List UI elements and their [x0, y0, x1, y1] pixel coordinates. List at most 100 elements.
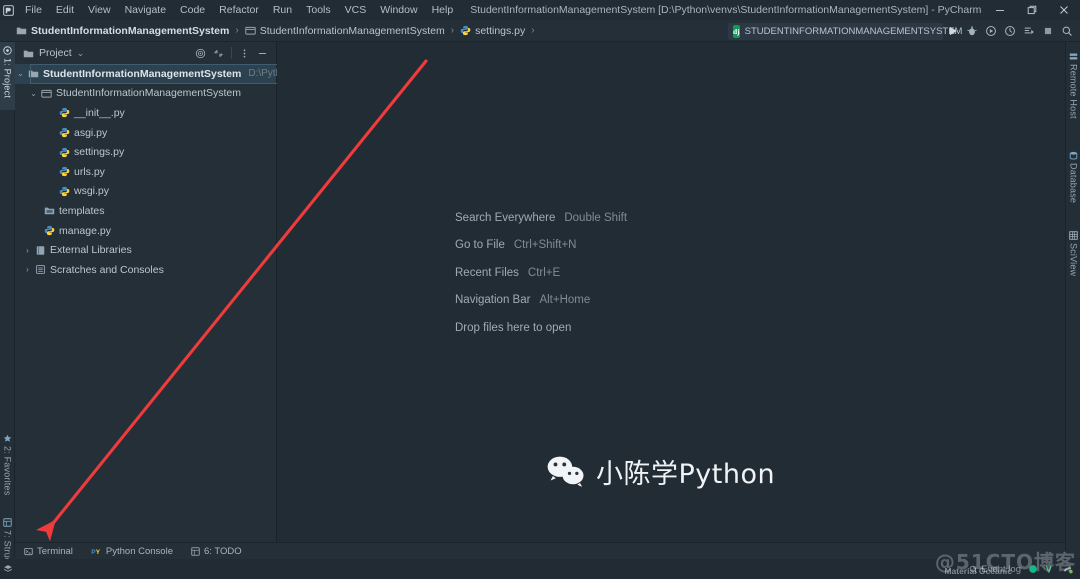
run-configuration-selector[interactable]: dj STUDENTINFORMATIONMANAGEMENTSYSTEM ▾ [728, 22, 973, 40]
sidebar-item-label: 1: Project [2, 58, 13, 99]
menu-item-tools[interactable]: Tools [299, 0, 338, 20]
svg-text:Y: Y [96, 549, 101, 556]
python-file-icon [460, 25, 471, 36]
tree-row-manage-py[interactable]: manage.py [15, 221, 276, 241]
event-log-item[interactable]: Event log [969, 564, 1021, 575]
run-with-coverage-button[interactable] [981, 20, 1000, 42]
chevron-right-icon[interactable]: › [22, 265, 33, 274]
python-file-icon [57, 166, 72, 177]
project-panel-folder-icon [23, 48, 34, 59]
hint-action-label: Navigation Bar [455, 294, 531, 307]
menu-item-code[interactable]: Code [173, 0, 212, 20]
collapse-all-button[interactable] [210, 44, 227, 62]
menu-item-help[interactable]: Help [425, 0, 461, 20]
menu-label: Help [431, 4, 454, 16]
sidebar-item-sciview[interactable]: SciView [1066, 227, 1080, 293]
chevron-right-icon[interactable]: › [22, 246, 33, 255]
window-controls [984, 0, 1080, 20]
hide-panel-button[interactable] [254, 44, 271, 62]
tree-row-external-libraries[interactable]: › External Libraries [15, 240, 276, 260]
structure-icon [3, 518, 12, 527]
tool-window-python-console[interactable]: P Y Python Console [82, 543, 182, 560]
menu-item-vcs[interactable]: VCS [338, 0, 374, 20]
maximize-restore-button[interactable] [1016, 0, 1048, 20]
editor-hints-list: Search Everywhere Double Shift Go to Fil… [455, 204, 627, 342]
module-icon [39, 88, 54, 99]
toolbar-divider [231, 47, 232, 59]
module-icon [245, 25, 256, 36]
sidebar-item-database[interactable]: Database [1066, 147, 1080, 215]
python-file-icon [57, 147, 72, 158]
tree-row-urls-py[interactable]: urls.py [15, 162, 276, 182]
tool-window-label: Terminal [37, 545, 73, 557]
menu-label: Refactor [219, 4, 259, 16]
menu-label: View [88, 4, 111, 16]
breadcrumb-item-file[interactable]: settings.py [460, 25, 525, 37]
menu-item-run[interactable]: Run [266, 0, 299, 20]
minimize-button[interactable] [984, 0, 1016, 20]
hint-drop-files: Drop files here to open [455, 314, 627, 342]
library-icon [33, 245, 48, 256]
select-opened-file-button[interactable] [192, 44, 209, 62]
show-tool-windows-button[interactable] [0, 564, 15, 574]
options-button[interactable] [236, 44, 253, 62]
tool-window-terminal[interactable]: Terminal [15, 543, 82, 560]
svg-text:V: V [1046, 564, 1052, 574]
attach-process-button[interactable] [1019, 20, 1038, 42]
theme-indicator-icon[interactable] [1028, 564, 1038, 574]
breadcrumb: StudentInformationManagementSystem › Stu… [16, 25, 541, 37]
hint-shortcut-label: Ctrl+Shift+N [513, 239, 577, 252]
tree-row-label: wsgi.py [74, 185, 110, 198]
project-panel-title-group[interactable]: Project ⌄ [23, 47, 84, 59]
notifications-icon[interactable] [1062, 564, 1073, 574]
tree-row-label: urls.py [74, 165, 105, 178]
python-file-icon [57, 127, 72, 138]
event-log-label: Event log [981, 563, 1021, 575]
menu-item-navigate[interactable]: Navigate [118, 0, 173, 20]
run-button[interactable] [943, 20, 962, 42]
tree-row-label: Scratches and Consoles [50, 263, 164, 276]
status-bar: Event log V [0, 559, 1080, 579]
search-everywhere-button[interactable] [1057, 20, 1076, 42]
tree-row-init-py[interactable]: __init__.py [15, 103, 276, 123]
menu-item-window[interactable]: Window [373, 0, 424, 20]
menu-label: VCS [344, 4, 367, 16]
navigation-bar: StudentInformationManagementSystem › Stu… [0, 20, 1080, 42]
sidebar-item-favorites[interactable]: 2: Favorites [0, 430, 15, 508]
close-button[interactable] [1048, 0, 1080, 20]
profile-button[interactable] [1000, 20, 1019, 42]
tree-row-module[interactable]: ⌄ StudentInformationManagementSystem [15, 84, 276, 104]
hint-shortcut-label: Double Shift [564, 211, 628, 224]
tree-row-project-root[interactable]: ⌄ StudentInformationManagementSystem D:\… [15, 64, 311, 84]
tree-row-label: asgi.py [74, 126, 108, 139]
breadcrumb-item-module[interactable]: StudentInformationManagementSystem [245, 25, 445, 37]
menu-label: Window [380, 4, 418, 16]
sidebar-item-label: Database [1068, 163, 1079, 204]
tree-row-templates[interactable]: templates [15, 201, 276, 221]
sidebar-item-label: SciView [1068, 243, 1079, 277]
tool-window-todo[interactable]: 6: TODO [182, 543, 251, 560]
tree-row-asgi-py[interactable]: asgi.py [15, 123, 276, 143]
stop-button[interactable] [1038, 20, 1057, 42]
debug-button[interactable] [962, 20, 981, 42]
tree-row-wsgi-py[interactable]: wsgi.py [15, 182, 276, 202]
menu-item-refactor[interactable]: Refactor [212, 0, 266, 20]
sidebar-item-project[interactable]: 1: Project [0, 42, 15, 110]
tree-row-label: __init__.py [74, 106, 125, 119]
chevron-down-icon[interactable]: ⌄ [28, 89, 39, 98]
sidebar-item-remote-host[interactable]: Remote Host [1066, 48, 1080, 132]
tree-row-settings-py[interactable]: settings.py [15, 142, 276, 162]
menu-item-view[interactable]: View [81, 0, 118, 20]
vim-indicator-icon[interactable]: V [1045, 564, 1055, 574]
menu-item-file[interactable]: File [18, 0, 49, 20]
project-icon [3, 46, 12, 55]
wechat-icon [545, 454, 587, 490]
folder-icon [16, 25, 27, 36]
breadcrumb-item-project[interactable]: StudentInformationManagementSystem [16, 25, 229, 37]
menu-item-edit[interactable]: Edit [49, 0, 81, 20]
chevron-down-icon[interactable]: ⌄ [15, 69, 26, 78]
tree-row-scratches-and-consoles[interactable]: › Scratches and Consoles [15, 260, 276, 280]
python-console-icon: P Y [91, 547, 102, 556]
breadcrumb-label: StudentInformationManagementSystem [31, 24, 230, 37]
terminal-icon [24, 547, 33, 556]
